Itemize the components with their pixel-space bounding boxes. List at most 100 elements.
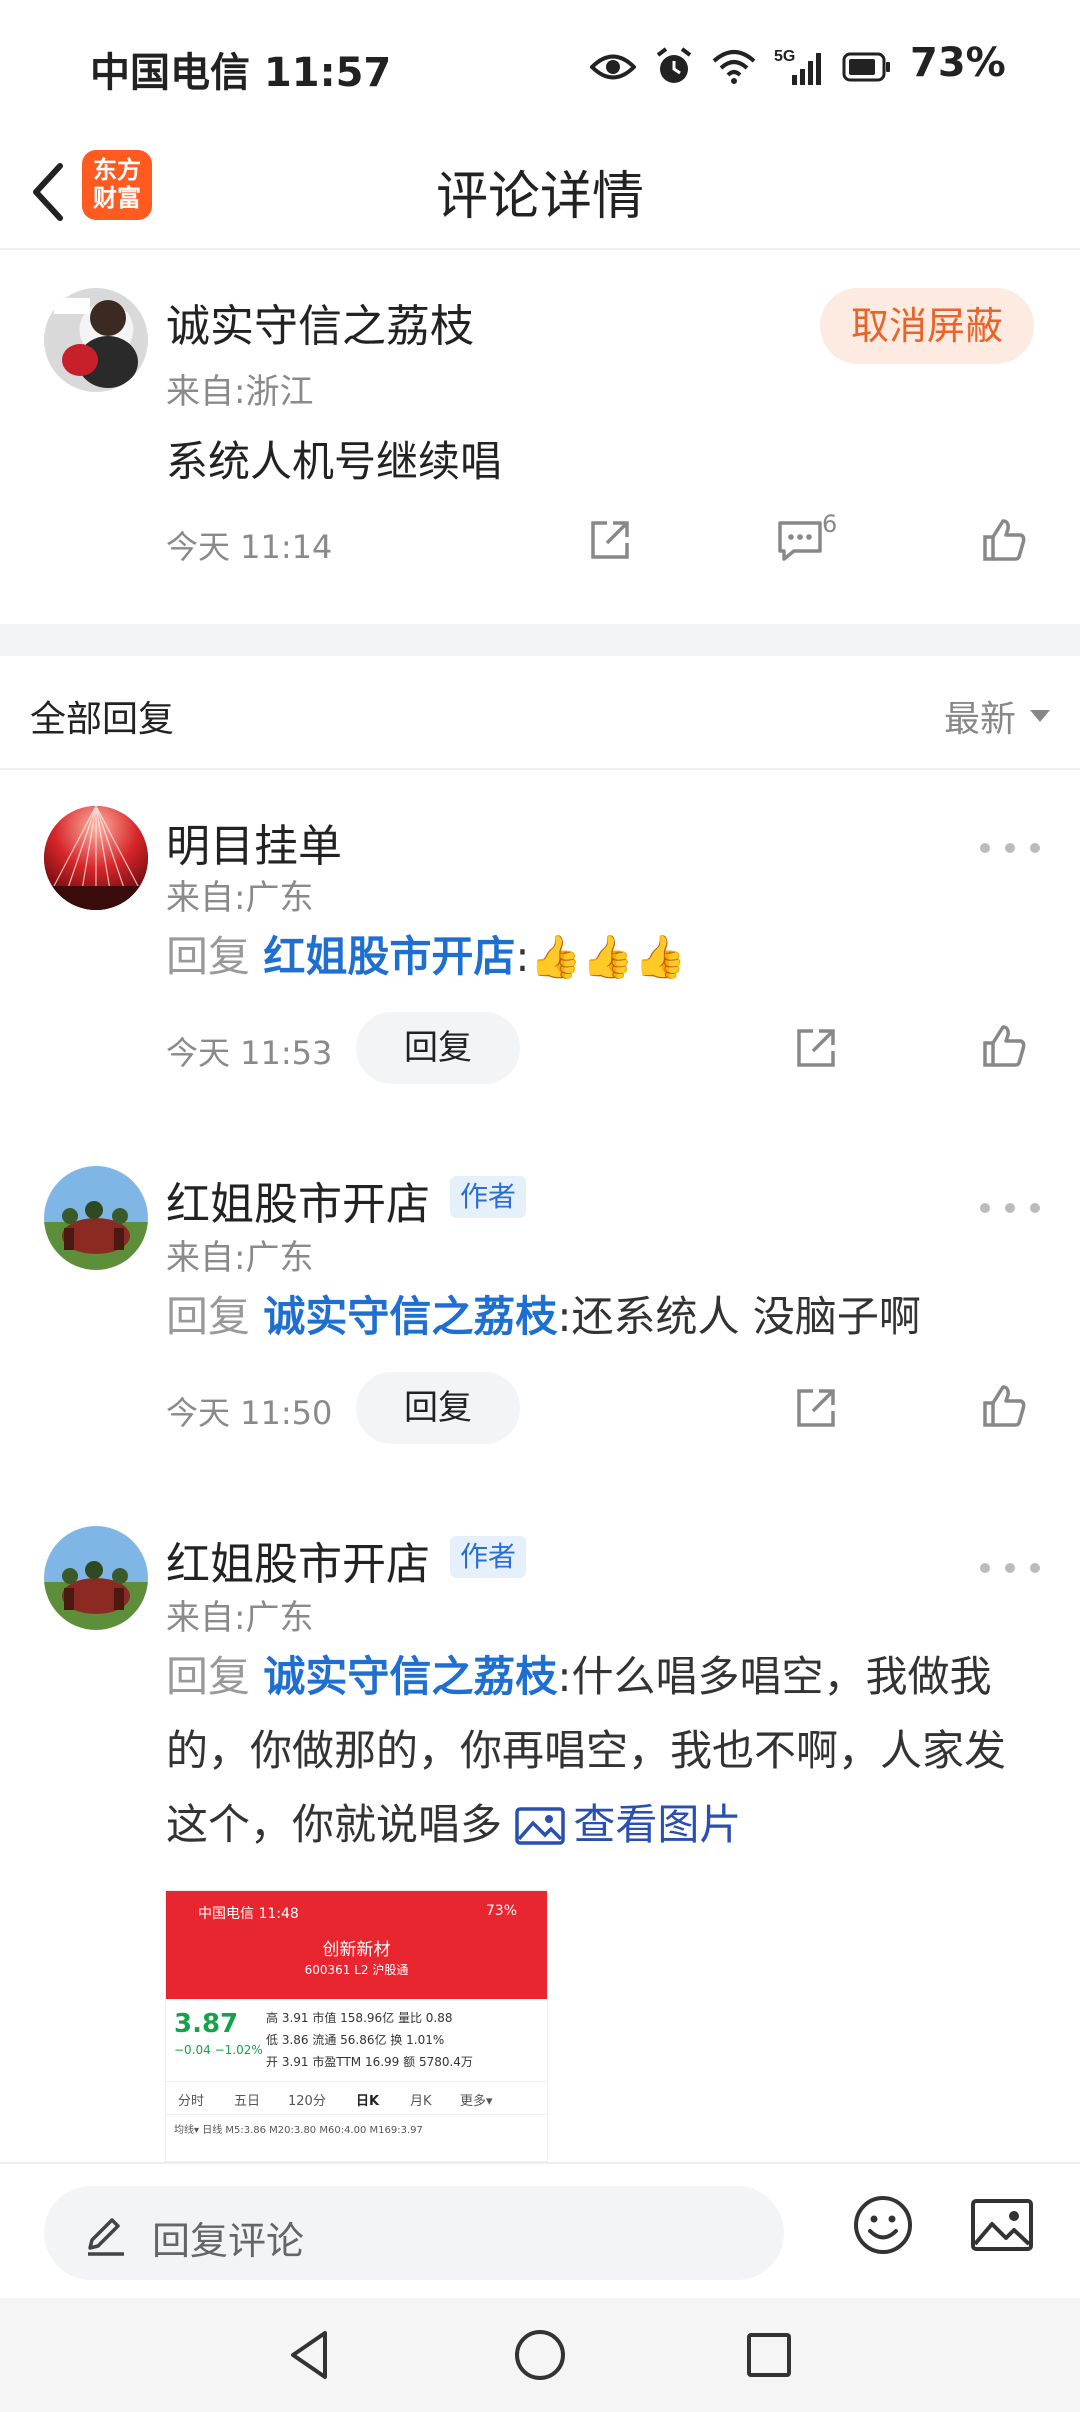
avatar[interactable] [44,806,148,910]
embedded-tab: 日K [356,2094,380,2109]
like-button[interactable] [974,1016,1034,1076]
reply-text: 回复 红姐股市开店:👍👍👍 [166,920,1046,994]
share-button[interactable] [786,1378,846,1438]
embedded-tab: 分时 [178,2094,205,2109]
status-icons: 5G [590,42,892,92]
reply-input-bar: 回复评论 [0,2162,1080,2298]
author-badge: 作者 [450,1176,527,1218]
image-icon [971,2199,1033,2251]
alarm-icon [656,47,692,83]
emoji-button[interactable] [852,2194,914,2256]
nav-home-button[interactable] [505,2320,575,2390]
mention-link[interactable]: 红姐股市开店 [263,932,515,981]
reply-input-placeholder: 回复评论 [152,2219,305,2263]
wifi-icon [712,50,756,84]
comment-time: 今天 11:14 [166,528,333,566]
nav-recents-button[interactable] [734,2320,804,2390]
reply-prefix: 回复 [166,1292,251,1341]
avatar[interactable] [44,1166,148,1270]
section-divider [0,624,1080,656]
signal-icon: 5G [774,48,821,85]
thumbs-up-icon [983,1025,1026,1067]
reply-content: 👍👍👍 [529,932,687,981]
embedded-stock-name: 创新新材 [322,1940,391,1960]
reply-prefix: 回复 [166,1652,251,1701]
mention-link[interactable]: 诚实守信之荔枝 [263,1292,557,1341]
username[interactable]: 红姐股市开店 [166,1168,430,1232]
more-options-button[interactable] [980,1548,1040,1588]
embedded-status-right: 73% [485,1903,517,1919]
embedded-ma-line: 均线▾ 日线 M5:3.86 M20:3.80 M60:4.00 M169:3.… [174,2125,423,2136]
embedded-tab: 120分 [288,2094,326,2109]
all-replies-title: 全部回复 [30,699,175,740]
main-comment: 诚实守信之荔枝 来自:浙江 取消屏蔽 系统人机号继续唱 今天 11:14 6 [0,252,1080,622]
reply-comment-input[interactable]: 回复评论 [44,2186,784,2280]
reply-content: 还系统人 没脑子啊 [571,1292,921,1341]
sort-dropdown[interactable]: 最新 [944,690,1050,742]
location: 来自:广东 [166,1238,314,1278]
thumbs-up-icon [983,519,1026,561]
separator: : [515,932,530,981]
share-icon [797,1029,835,1067]
embedded-status-left: 中国电信 11:48 [198,1906,299,1922]
embedded-row-1: 高 3.91 市值 158.96亿 量比 0.88 [266,2011,453,2025]
mention-link[interactable]: 诚实守信之荔枝 [263,1652,557,1701]
reply-button[interactable]: 回复 [356,1012,520,1084]
separator: : [557,1652,572,1701]
page-title: 评论详情 [435,167,644,227]
more-options-button[interactable] [980,828,1040,868]
pencil-icon [88,2218,124,2256]
like-button[interactable] [974,1376,1034,1436]
like-button[interactable] [974,510,1034,570]
reply-button[interactable]: 回复 [356,1372,520,1444]
caret-down-icon [1030,710,1050,722]
share-icon [797,1389,835,1427]
comment-button[interactable] [770,510,830,570]
username[interactable]: 诚实守信之荔枝 [166,290,474,354]
view-image-label: 查看图片 [573,1800,742,1849]
embedded-stock-code: 600361 L2 沪股通 [304,1963,409,1977]
embedded-tabs: 分时 五日 120分 日K 月K 更多▾ [166,2081,547,2115]
share-button[interactable] [786,1018,846,1078]
reply-time: 今天 11:50 [166,1394,333,1432]
unblock-button[interactable]: 取消屏蔽 [820,288,1034,364]
more-options-button[interactable] [980,1188,1040,1228]
avatar[interactable] [44,1526,148,1630]
thumbs-up-icon [983,1385,1026,1427]
header: 评论详情 东方 财富 [0,140,1080,250]
battery-percent: 73% [910,40,1006,86]
back-triangle-icon [291,2331,327,2379]
system-navigation-bar [0,2298,1080,2412]
image-icon [515,1807,566,1845]
embedded-tab: 月K [410,2094,432,2109]
app-logo[interactable]: 东方 财富 [82,150,152,220]
embedded-tab: 更多▾ [460,2094,493,2109]
embedded-header: 中国电信 11:48 73% 创新新材 600361 L2 沪股通 [166,1891,547,1999]
embedded-stock-screenshot[interactable]: 中国电信 11:48 73% 创新新材 600361 L2 沪股通 3.87 −… [165,1890,548,2162]
eye-icon [590,54,636,80]
embedded-price: 3.87 [174,2009,239,2039]
carrier-time: 中国电信 11:57 [90,50,392,96]
username[interactable]: 红姐股市开店 [166,1528,430,1592]
back-button[interactable] [18,152,78,232]
share-button[interactable] [580,510,640,570]
reply-text: 回复 诚实守信之荔枝:什么唱多唱空，我做我的，你做那的，你再唱空，我也不啊，人家… [166,1640,1046,1862]
avatar[interactable] [44,288,148,392]
embedded-row-2: 低 3.86 流通 56.86亿 换 1.01% [266,2033,445,2047]
location: 来自:广东 [166,878,314,918]
author-badge: 作者 [450,1536,527,1578]
comment-icon [778,521,822,561]
image-button[interactable] [970,2196,1034,2254]
reply-count: 6 [822,510,838,538]
share-icon [591,521,629,559]
home-circle-icon [515,2330,565,2380]
sort-label: 最新 [943,699,1016,740]
reply-time: 今天 11:53 [166,1034,333,1072]
reply-item: 明目挂单 来自:广东 回复 红姐股市开店:👍👍👍 今天 11:53 回复 [0,770,1080,1120]
reply-text: 回复 诚实守信之荔枝:还系统人 没脑子啊 [166,1280,1046,1354]
username[interactable]: 明目挂单 [166,810,342,874]
view-image-link[interactable]: 查看图片 [515,1800,741,1849]
embedded-tab: 五日 [234,2094,261,2109]
reply-prefix: 回复 [166,932,251,981]
nav-back-button[interactable] [274,2320,344,2390]
